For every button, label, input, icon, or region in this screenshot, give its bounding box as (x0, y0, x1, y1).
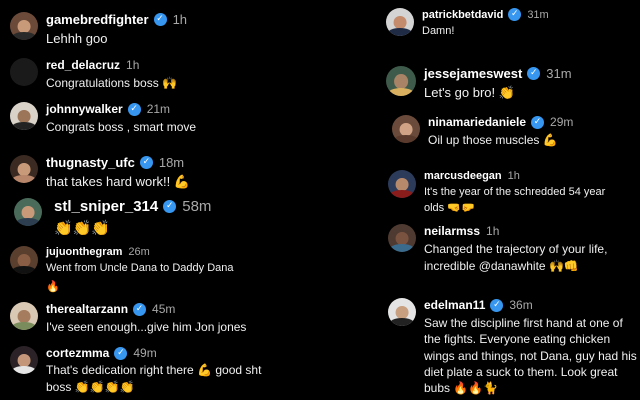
timestamp: 1h (507, 170, 520, 182)
comment-text: That's dedication right there 💪 good sht… (46, 362, 276, 396)
comment-text: Congrats boss , smart move (46, 120, 197, 134)
avatar[interactable] (10, 102, 38, 130)
verified-badge-icon: ✓ (114, 346, 128, 360)
timestamp: 45m (152, 302, 176, 316)
username[interactable]: marcusdeegan (424, 170, 502, 182)
avatar[interactable] (10, 246, 38, 274)
comment-text-body: Oil up those muscles (428, 133, 540, 147)
username[interactable]: johnnywalker (46, 102, 123, 116)
clapping-hands-emoji: 👏👏👏 (54, 219, 111, 237)
comment-therealtarzann: therealtarzann ✓ 45m I've seen enough...… (10, 302, 246, 336)
timestamp: 26m (128, 246, 150, 258)
avatar[interactable] (14, 198, 42, 226)
comment-gamebredfighter: gamebredfighter ✓ 1h Lehhh goo (10, 12, 187, 48)
comment-text: that takes hard work!! 💪 (46, 173, 190, 192)
comment-text-body: Changed the trajectory of your life, inc… (424, 242, 608, 273)
verified-badge-icon: ✓ (133, 302, 147, 316)
verified-badge-icon: ✓ (508, 8, 522, 21)
username[interactable]: edelman11 (424, 298, 485, 312)
verified-badge-icon: ✓ (139, 156, 153, 169)
timestamp: 29m (550, 115, 574, 129)
clapping-hands-emoji: 👏 (498, 86, 515, 101)
comment-text: Changed the trajectory of your life, inc… (424, 241, 639, 274)
comment-text: Went from Uncle Dana to Daddy Dana (46, 262, 234, 274)
timestamp: 58m (182, 198, 212, 215)
timestamp: 18m (158, 155, 185, 170)
fire-emoji: 🔥🔥🐈 (453, 381, 499, 396)
comment-text: Saw the discipline first hand at one of … (424, 315, 640, 397)
comment-thugnasty-ufc: thugnasty_ufc ✓ 18m that takes hard work… (10, 155, 190, 192)
comment-marcusdeegan: marcusdeegan 1h It's the year of the sch… (388, 170, 624, 216)
timestamp: 36m (509, 298, 533, 312)
timestamp: 1h (486, 224, 500, 238)
comment-text: Congratulations boss 🙌 (46, 75, 177, 92)
timestamp: 21m (146, 102, 171, 116)
comment-text-body: Congratulations boss (46, 76, 159, 90)
verified-badge-icon: ✓ (531, 115, 545, 129)
comment-text: I've seen enough...give him Jon jones (46, 320, 247, 334)
comment-stl-sniper-314: stl_sniper_314 ✓ 58m 👏👏👏 (14, 198, 211, 240)
avatar[interactable] (388, 298, 416, 326)
username[interactable]: thugnasty_ufc (46, 155, 135, 170)
fire-emoji: 🔥 (46, 280, 60, 294)
comment-cortezmma: cortezmma ✓ 49m That's dedication right … (10, 346, 276, 396)
timestamp: 31m (527, 8, 549, 21)
avatar[interactable] (392, 115, 420, 143)
flexed-biceps-emoji: 💪 (173, 175, 191, 190)
comment-ninamariedaniele: ninamariedaniele ✓ 29m Oil up those musc… (392, 115, 573, 149)
username[interactable]: patrickbetdavid (422, 9, 503, 21)
verified-badge-icon: ✓ (127, 102, 141, 116)
verified-badge-icon: ✓ (527, 67, 541, 80)
clapping-hands-emoji: 👏👏👏👏 (74, 379, 135, 394)
username[interactable]: therealtarzann (46, 302, 128, 316)
comment-text: Let's go bro! 👏 (424, 84, 572, 103)
timestamp: 1h (172, 12, 188, 27)
raising-hands-emoji: 🙌👊 (548, 258, 579, 273)
avatar[interactable] (388, 224, 416, 252)
flexed-biceps-emoji: 💪 (542, 133, 558, 147)
avatar[interactable] (10, 58, 38, 86)
username[interactable]: jujuonthegram (46, 246, 122, 258)
fist-bump-emoji: 🤜🤛 (447, 201, 475, 215)
comment-text-body: that takes hard work!! (46, 174, 171, 189)
comment-text: Oil up those muscles 💪 (428, 132, 573, 149)
comment-red-delacruz: red_delacruz 1h Congratulations boss 🙌 (10, 58, 177, 92)
username[interactable]: jessejameswest (424, 66, 522, 81)
comment-text-body: That's dedication right there (46, 363, 194, 377)
avatar[interactable] (386, 8, 414, 36)
comment-text: It's the year of the schredded 54 year o… (424, 185, 624, 216)
avatar[interactable] (10, 155, 38, 183)
username[interactable]: neilarmss (424, 224, 480, 238)
comment-patrickbetdavid: patrickbetdavid ✓ 31m Damn! (386, 8, 549, 39)
comment-text: Lehhh goo (46, 31, 108, 46)
raising-hands-emoji: 🙌 (162, 76, 178, 90)
timestamp: 31m (546, 66, 572, 81)
comment-jessejameswest: jessejameswest ✓ 31m Let's go bro! 👏 (386, 66, 572, 103)
comment-text-body: Let's go bro! (424, 85, 496, 100)
comment-johnnywalker: johnnywalker ✓ 21m Congrats boss , smart… (10, 102, 196, 136)
verified-badge-icon: ✓ (153, 13, 167, 26)
avatar[interactable] (386, 66, 416, 96)
username[interactable]: stl_sniper_314 (54, 198, 158, 215)
comment-text: 👏👏👏 (54, 218, 211, 240)
username[interactable]: cortezmma (46, 346, 109, 360)
comment-text: Damn! (422, 25, 455, 37)
avatar[interactable] (10, 12, 38, 40)
timestamp: 1h (126, 58, 140, 72)
timestamp: 49m (133, 346, 157, 360)
avatar[interactable] (388, 170, 416, 198)
avatar[interactable] (10, 302, 38, 330)
comment-jujuonthegram: jujuonthegram 26m Went from Uncle Dana t… (10, 246, 234, 294)
verified-badge-icon: ✓ (490, 298, 504, 312)
username[interactable]: red_delacruz (46, 58, 120, 72)
avatar[interactable] (10, 346, 38, 374)
username[interactable]: gamebredfighter (46, 12, 149, 27)
comment-neilarmss: neilarmss 1h Changed the trajectory of y… (388, 224, 639, 274)
flexed-biceps-emoji: 💪 (197, 363, 213, 377)
username[interactable]: ninamariedaniele (428, 115, 526, 129)
verified-badge-icon: ✓ (163, 200, 177, 213)
comment-edelman11: edelman11 ✓ 36m Saw the discipline first… (388, 298, 640, 397)
